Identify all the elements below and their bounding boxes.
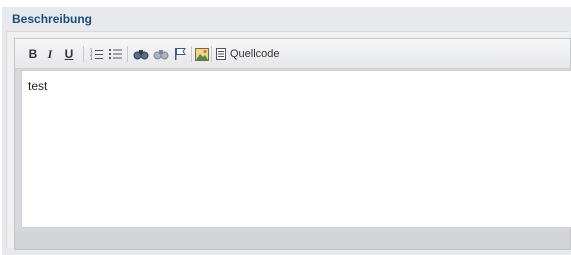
source-button-label: Quellcode bbox=[230, 48, 280, 60]
toolbar-separator bbox=[211, 46, 212, 62]
rich-text-editor: B I U 1 2 3 Quellcode test bbox=[14, 38, 571, 250]
unordered-list-button[interactable] bbox=[109, 46, 123, 62]
underline-button[interactable]: U bbox=[63, 46, 75, 62]
anchor-button[interactable] bbox=[173, 46, 187, 62]
ordered-list-icon: 1 2 3 bbox=[90, 48, 103, 60]
toolbar-separator bbox=[83, 46, 84, 62]
editor-statusbar bbox=[15, 231, 570, 249]
editor-toolbar: B I U 1 2 3 Quellcode bbox=[15, 39, 570, 69]
source-icon bbox=[216, 48, 226, 60]
bold-button[interactable]: B bbox=[27, 46, 39, 62]
toolbar-separator bbox=[191, 46, 192, 62]
italic-button[interactable]: I bbox=[45, 46, 55, 62]
editor-content-area[interactable]: test bbox=[21, 70, 571, 228]
anchor-flag-icon bbox=[175, 48, 186, 60]
image-icon bbox=[195, 47, 209, 61]
ordered-list-button[interactable]: 1 2 3 bbox=[90, 46, 104, 62]
toolbar-separator bbox=[127, 46, 128, 62]
replace-button[interactable] bbox=[153, 46, 169, 62]
find-icon bbox=[133, 50, 149, 60]
panel-title: Beschreibung bbox=[12, 12, 93, 26]
unordered-list-icon bbox=[109, 49, 122, 59]
replace-icon bbox=[153, 50, 169, 60]
svg-text:3: 3 bbox=[90, 56, 93, 60]
find-button[interactable] bbox=[133, 46, 149, 62]
source-button[interactable]: Quellcode bbox=[213, 45, 283, 63]
image-button[interactable] bbox=[195, 46, 209, 62]
